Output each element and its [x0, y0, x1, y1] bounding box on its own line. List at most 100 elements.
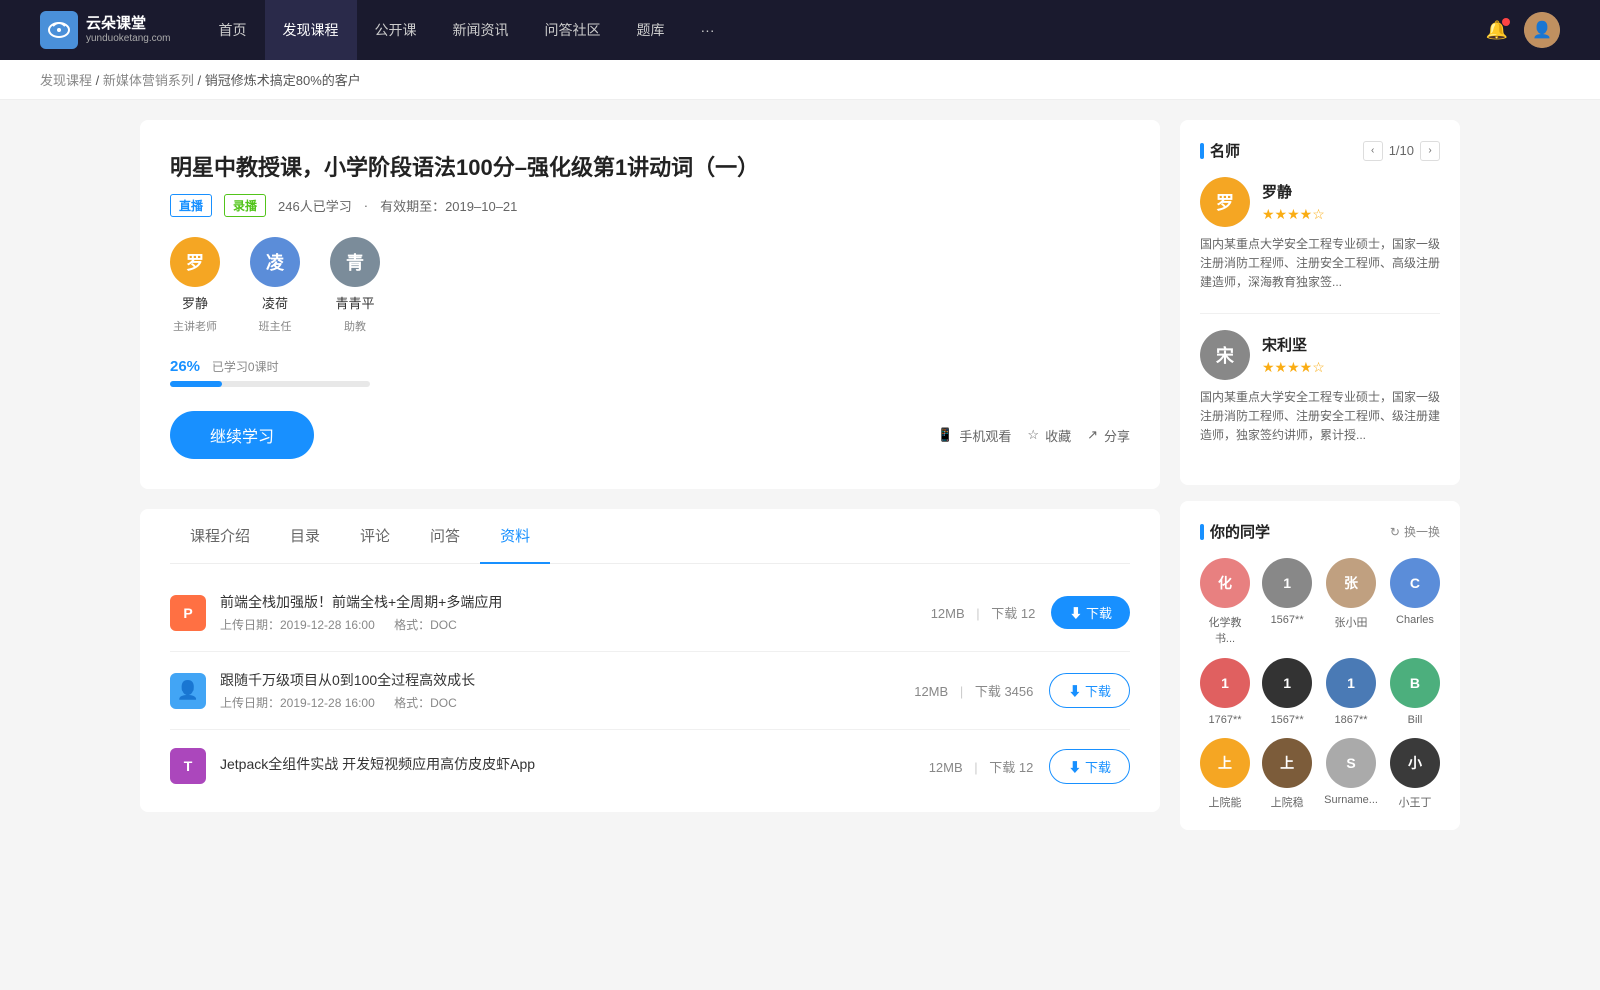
classmate-5[interactable]: 1 1767** [1200, 658, 1250, 726]
tab-qa[interactable]: 问答 [410, 509, 480, 564]
classmate-9-name: 上院能 [1209, 794, 1242, 810]
classmate-5-avatar: 1 [1200, 658, 1250, 708]
nav-more[interactable]: ··· [683, 0, 733, 60]
navbar: 云朵课堂 yunduoketang.com 首页 发现课程 公开课 新闻资讯 问… [0, 0, 1600, 60]
expire-date: 有效期至：2019–10–21 [380, 196, 517, 215]
resource-info-1: 前端全栈加强版！前端全栈+全周期+多端应用 上传日期：2019-12-28 16… [220, 592, 931, 633]
teacher-3-avatar: 青 [330, 237, 380, 287]
teacher-1-role: 主讲老师 [173, 318, 217, 334]
course-actions: 继续学习 📱 手机观看 ☆ 收藏 ↗ 分享 [170, 411, 1130, 459]
classmate-5-name: 1767** [1209, 714, 1242, 726]
classmate-3[interactable]: 张 张小田 [1324, 558, 1378, 646]
action-buttons: 📱 手机观看 ☆ 收藏 ↗ 分享 [937, 426, 1130, 445]
classmate-2[interactable]: 1 1567** [1262, 558, 1312, 646]
teacher-2-avatar: 凌 [250, 237, 300, 287]
sidebar-teacher-2: 宋 宋利坚 ★★★★☆ 国内某重点大学安全工程专业硕士，国家一级注册消防工程师、… [1200, 330, 1440, 446]
resource-meta-2: 上传日期：2019-12-28 16:00 格式：DOC [220, 694, 914, 711]
tab-review[interactable]: 评论 [340, 509, 410, 564]
teacher-2-role: 班主任 [259, 318, 292, 334]
resources-list: P 前端全栈加强版！前端全栈+全周期+多端应用 上传日期：2019-12-28 … [170, 564, 1130, 812]
nav-qa[interactable]: 问答社区 [527, 0, 619, 60]
notification-bell[interactable]: 🔔 [1486, 20, 1508, 41]
prev-teacher-btn[interactable]: ‹ [1363, 141, 1383, 161]
teacher-3: 青 青青平 助教 [330, 237, 380, 334]
classmate-8[interactable]: B Bill [1390, 658, 1440, 726]
progress-sublabel: 已学习0课时 [212, 360, 279, 374]
sidebar-teacher-1-stars: ★★★★☆ [1262, 206, 1325, 223]
breadcrumb-current: 销冠修炼术搞定80%的客户 [205, 73, 361, 88]
teacher-divider [1200, 313, 1440, 314]
classmate-1-name: 化学教书... [1200, 614, 1250, 646]
breadcrumb-link-1[interactable]: 发现课程 [40, 73, 92, 88]
teacher-1-avatar: 罗 [170, 237, 220, 287]
teacher-1-name: 罗静 [182, 293, 208, 312]
classmate-12[interactable]: 小 小王丁 [1390, 738, 1440, 810]
teacher-3-role: 助教 [344, 318, 366, 334]
resource-item-2: 👤 跟随千万级项目从0到100全过程高效成长 上传日期：2019-12-28 1… [170, 652, 1130, 730]
classmate-11-name: Surname... [1324, 794, 1378, 806]
share-icon: ↗ [1087, 427, 1098, 443]
share-button[interactable]: ↗ 分享 [1087, 426, 1130, 445]
classmate-4[interactable]: C Charles [1390, 558, 1440, 646]
sidebar-teacher-2-name: 宋利坚 [1262, 334, 1325, 355]
course-title: 明星中教授课，小学阶段语法100分–强化级第1讲动词（一） [170, 150, 1130, 182]
classmate-7-name: 1867** [1335, 714, 1368, 726]
course-header-card: 明星中教授课，小学阶段语法100分–强化级第1讲动词（一） 直播 录播 246人… [140, 120, 1160, 489]
nav-logo[interactable]: 云朵课堂 yunduoketang.com [40, 11, 171, 49]
sidebar-teacher-2-avatar: 宋 [1200, 330, 1250, 380]
resource-size-2: 12MB | 下载 3456 [914, 681, 1033, 700]
classmate-1[interactable]: 化 化学教书... [1200, 558, 1250, 646]
tab-catalog[interactable]: 目录 [270, 509, 340, 564]
breadcrumb-link-2[interactable]: 新媒体营销系列 [103, 73, 194, 88]
classmate-11[interactable]: S Surname... [1324, 738, 1378, 810]
right-sidebar: 名师 ‹ 1/10 › 罗 罗静 ★★★★☆ 国 [1180, 120, 1460, 846]
teacher-2-name: 凌荷 [262, 293, 288, 312]
continue-learning-button[interactable]: 继续学习 [170, 411, 314, 459]
resource-name-1: 前端全栈加强版！前端全栈+全周期+多端应用 [220, 592, 931, 612]
resource-size-1: 12MB | 下载 12 [931, 603, 1036, 622]
sidebar-teacher-2-desc: 国内某重点大学安全工程专业硕士，国家一级注册消防工程师、注册安全工程师、级注册建… [1200, 388, 1440, 446]
download-button-3[interactable]: ⬇ 下载 [1049, 749, 1130, 784]
user-avatar[interactable]: 👤 [1524, 12, 1560, 48]
tab-intro[interactable]: 课程介绍 [170, 509, 270, 564]
classmate-10-name: 上院稳 [1271, 794, 1304, 810]
left-content: 明星中教授课，小学阶段语法100分–强化级第1讲动词（一） 直播 录播 246人… [140, 120, 1160, 846]
resource-icon-3: T [170, 748, 206, 784]
tab-resource[interactable]: 资料 [480, 509, 550, 564]
classmates-header: 你的同学 ↻ 换一换 [1200, 521, 1440, 542]
teachers-pagination: ‹ 1/10 › [1363, 141, 1440, 161]
nav-discover[interactable]: 发现课程 [265, 0, 357, 60]
star-icon: ☆ [1027, 427, 1039, 443]
nav-exam[interactable]: 题库 [619, 0, 683, 60]
refresh-classmates-btn[interactable]: ↻ 换一换 [1390, 523, 1440, 540]
classmate-7-avatar: 1 [1326, 658, 1376, 708]
collect-button[interactable]: ☆ 收藏 [1027, 426, 1071, 445]
classmate-7[interactable]: 1 1867** [1324, 658, 1378, 726]
classmate-6[interactable]: 1 1567** [1262, 658, 1312, 726]
classmates-grid: 化 化学教书... 1 1567** 张 张小田 C Charles 1 1 [1200, 558, 1440, 810]
classmate-9[interactable]: 上 上院能 [1200, 738, 1250, 810]
nav-news[interactable]: 新闻资讯 [435, 0, 527, 60]
resource-icon-2: 👤 [170, 673, 206, 709]
nav-right: 🔔 👤 [1486, 12, 1560, 48]
logo-text: 云朵课堂 yunduoketang.com [86, 15, 171, 45]
teachers-sidebar-card: 名师 ‹ 1/10 › 罗 罗静 ★★★★☆ 国 [1180, 120, 1460, 485]
course-meta: 直播 录播 246人已学习 · 有效期至：2019–10–21 [170, 194, 1130, 217]
download-button-2[interactable]: ⬇ 下载 [1049, 673, 1130, 708]
next-teacher-btn[interactable]: › [1420, 141, 1440, 161]
main-container: 明星中教授课，小学阶段语法100分–强化级第1讲动词（一） 直播 录播 246人… [100, 100, 1500, 866]
resource-icon-1: P [170, 595, 206, 631]
nav-open[interactable]: 公开课 [357, 0, 435, 60]
classmate-10[interactable]: 上 上院稳 [1262, 738, 1312, 810]
classmate-6-name: 1567** [1271, 714, 1304, 726]
classmate-4-avatar: C [1390, 558, 1440, 608]
teachers-row: 罗 罗静 主讲老师 凌 凌荷 班主任 青 青青平 助教 [170, 237, 1130, 334]
resource-name-2: 跟随千万级项目从0到100全过程高效成长 [220, 670, 914, 690]
download-button-1[interactable]: ⬇ 下载 [1051, 596, 1130, 629]
mobile-watch-button[interactable]: 📱 手机观看 [937, 426, 1011, 445]
nav-home[interactable]: 首页 [201, 0, 265, 60]
resource-info-2: 跟随千万级项目从0到100全过程高效成长 上传日期：2019-12-28 16:… [220, 670, 914, 711]
sidebar-teacher-1-name: 罗静 [1262, 181, 1325, 202]
resource-item-1: P 前端全栈加强版！前端全栈+全周期+多端应用 上传日期：2019-12-28 … [170, 574, 1130, 652]
tag-record: 录播 [224, 194, 266, 217]
